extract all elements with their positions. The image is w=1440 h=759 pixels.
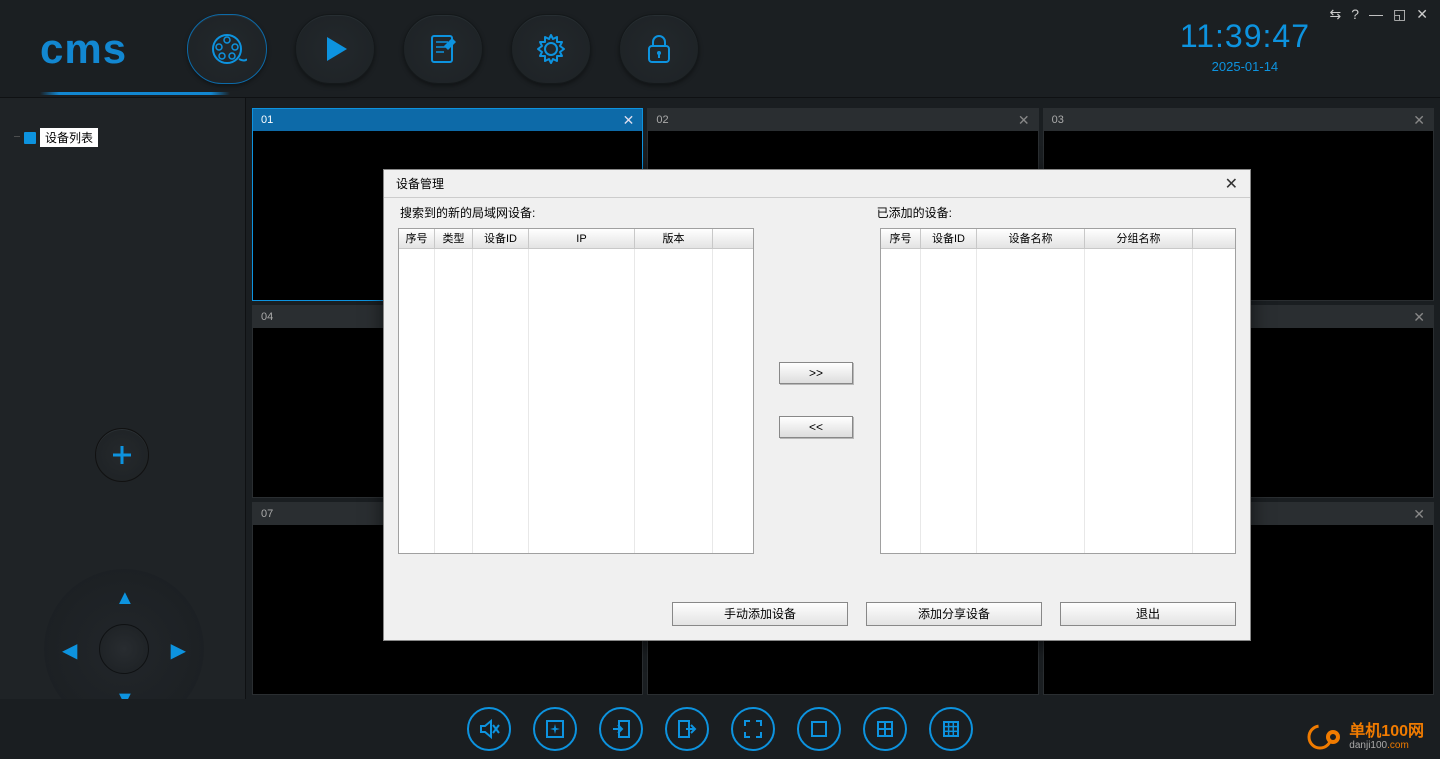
fullscreen-button[interactable] [731,707,775,751]
dialog-title: 设备管理 [396,175,444,192]
right-section-label: 已添加的设备: [877,204,952,221]
table-header[interactable]: 版本 [635,229,713,248]
login-icon [610,718,632,740]
document-edit-icon [426,32,460,66]
table-header[interactable]: 序号 [881,229,921,248]
dialog-titlebar: 设备管理 ✕ [384,170,1250,198]
clock: 11:39:47 2025-01-14 [1180,18,1310,74]
discovered-devices-table[interactable]: 序号 类型 设备ID IP 版本 [398,228,754,554]
table-header[interactable]: 设备ID [921,229,977,248]
watermark-title: 单机100网 [1349,723,1424,741]
pane-number: 01 [261,114,273,126]
nav-record-button[interactable] [187,14,267,84]
tree-root-label: 设备列表 [40,128,98,147]
gear-icon [533,31,569,67]
sparkle-square-icon [544,718,566,740]
nav-play-button[interactable] [295,14,375,84]
help-icon[interactable]: ? [1349,6,1361,23]
table-header[interactable]: 类型 [435,229,473,248]
close-icon[interactable]: ✕ [1414,6,1430,23]
manual-add-button[interactable]: 手动添加设备 [672,602,848,626]
dialog-close-button[interactable]: ✕ [1225,174,1238,194]
left-section-label: 搜索到的新的局域网设备: [400,204,1236,221]
mute-button[interactable] [467,707,511,751]
table-header[interactable] [1193,229,1235,248]
network-icon[interactable]: ⇆ [1328,6,1344,23]
pane-close-button[interactable]: ✕ [1018,112,1030,129]
table-header[interactable]: 设备名称 [977,229,1085,248]
clock-time: 11:39:47 [1180,18,1310,55]
watermark: 单机100网 danji100.com [1307,719,1424,755]
table-header[interactable]: 分组名称 [1085,229,1193,248]
clock-date: 2025-01-14 [1180,59,1310,74]
window-controls: ⇆ ? — ◱ ✕ [1328,6,1431,23]
top-nav-icons [187,14,699,84]
snapshot-button[interactable] [533,707,577,751]
add-device-button[interactable] [95,428,149,482]
table-header[interactable] [713,229,753,248]
pane-close-button[interactable]: ✕ [623,112,635,129]
grid-9-icon [941,719,961,739]
watermark-text: 单机100网 danji100.com [1349,723,1424,752]
pane-number: 07 [261,508,273,520]
ptz-up-button[interactable]: ▲ [115,587,135,610]
grid-4-icon [875,719,895,739]
layout-4-button[interactable] [863,707,907,751]
prev-page-button[interactable] [599,707,643,751]
pane-close-button[interactable]: ✕ [1413,506,1425,523]
table-header[interactable]: 序号 [399,229,435,248]
film-reel-icon [207,29,247,69]
ptz-center-button[interactable] [99,624,149,674]
ptz-left-button[interactable]: ◀ [62,638,77,663]
added-devices-table[interactable]: 序号 设备ID 设备名称 分组名称 [880,228,1236,554]
next-page-button[interactable] [665,707,709,751]
add-shared-button[interactable]: 添加分享设备 [866,602,1042,626]
table-header[interactable]: 设备ID [473,229,529,248]
pane-number: 04 [261,311,273,323]
logo-underline [40,92,230,95]
device-manage-dialog: 设备管理 ✕ 搜索到的新的局域网设备: 已添加的设备: 序号 类型 设备ID I… [383,169,1251,641]
layout-1-button[interactable] [797,707,841,751]
app-logo: cms [40,25,127,73]
remove-selected-button[interactable]: << [779,416,853,438]
pane-close-button[interactable]: ✕ [1413,309,1425,326]
sidebar: ┄ 设备列表 ▲ ▼ ◀ ▶ [0,98,246,699]
plus-icon [111,444,133,466]
add-selected-button[interactable]: >> [779,362,853,384]
device-tree[interactable]: ┄ 设备列表 [14,128,98,147]
top-bar: cms 11:39:47 2025-01-14 ⇆ ? — ◱ ✕ [0,0,1440,98]
layout-9-button[interactable] [929,707,973,751]
nav-log-button[interactable] [403,14,483,84]
lock-icon [644,32,674,66]
nav-lock-button[interactable] [619,14,699,84]
grid-1-icon [809,719,829,739]
group-icon [24,132,36,144]
watermark-logo-icon [1307,719,1343,755]
exit-button[interactable]: 退出 [1060,602,1236,626]
minimize-icon[interactable]: — [1367,6,1385,23]
pane-close-button[interactable]: ✕ [1413,112,1425,129]
watermark-url: danji100.com [1349,740,1424,751]
nav-settings-button[interactable] [511,14,591,84]
play-icon [319,33,351,65]
bottom-toolbar: 单机100网 danji100.com [0,699,1440,759]
maximize-icon[interactable]: ◱ [1391,6,1408,23]
ptz-right-button[interactable]: ▶ [171,638,186,663]
tree-connector: ┄ [14,132,20,143]
pane-number: 03 [1052,114,1064,126]
table-header[interactable]: IP [529,229,635,248]
speaker-mute-icon [477,717,501,741]
expand-icon [742,718,764,740]
pane-number: 02 [656,114,668,126]
logout-icon [676,718,698,740]
